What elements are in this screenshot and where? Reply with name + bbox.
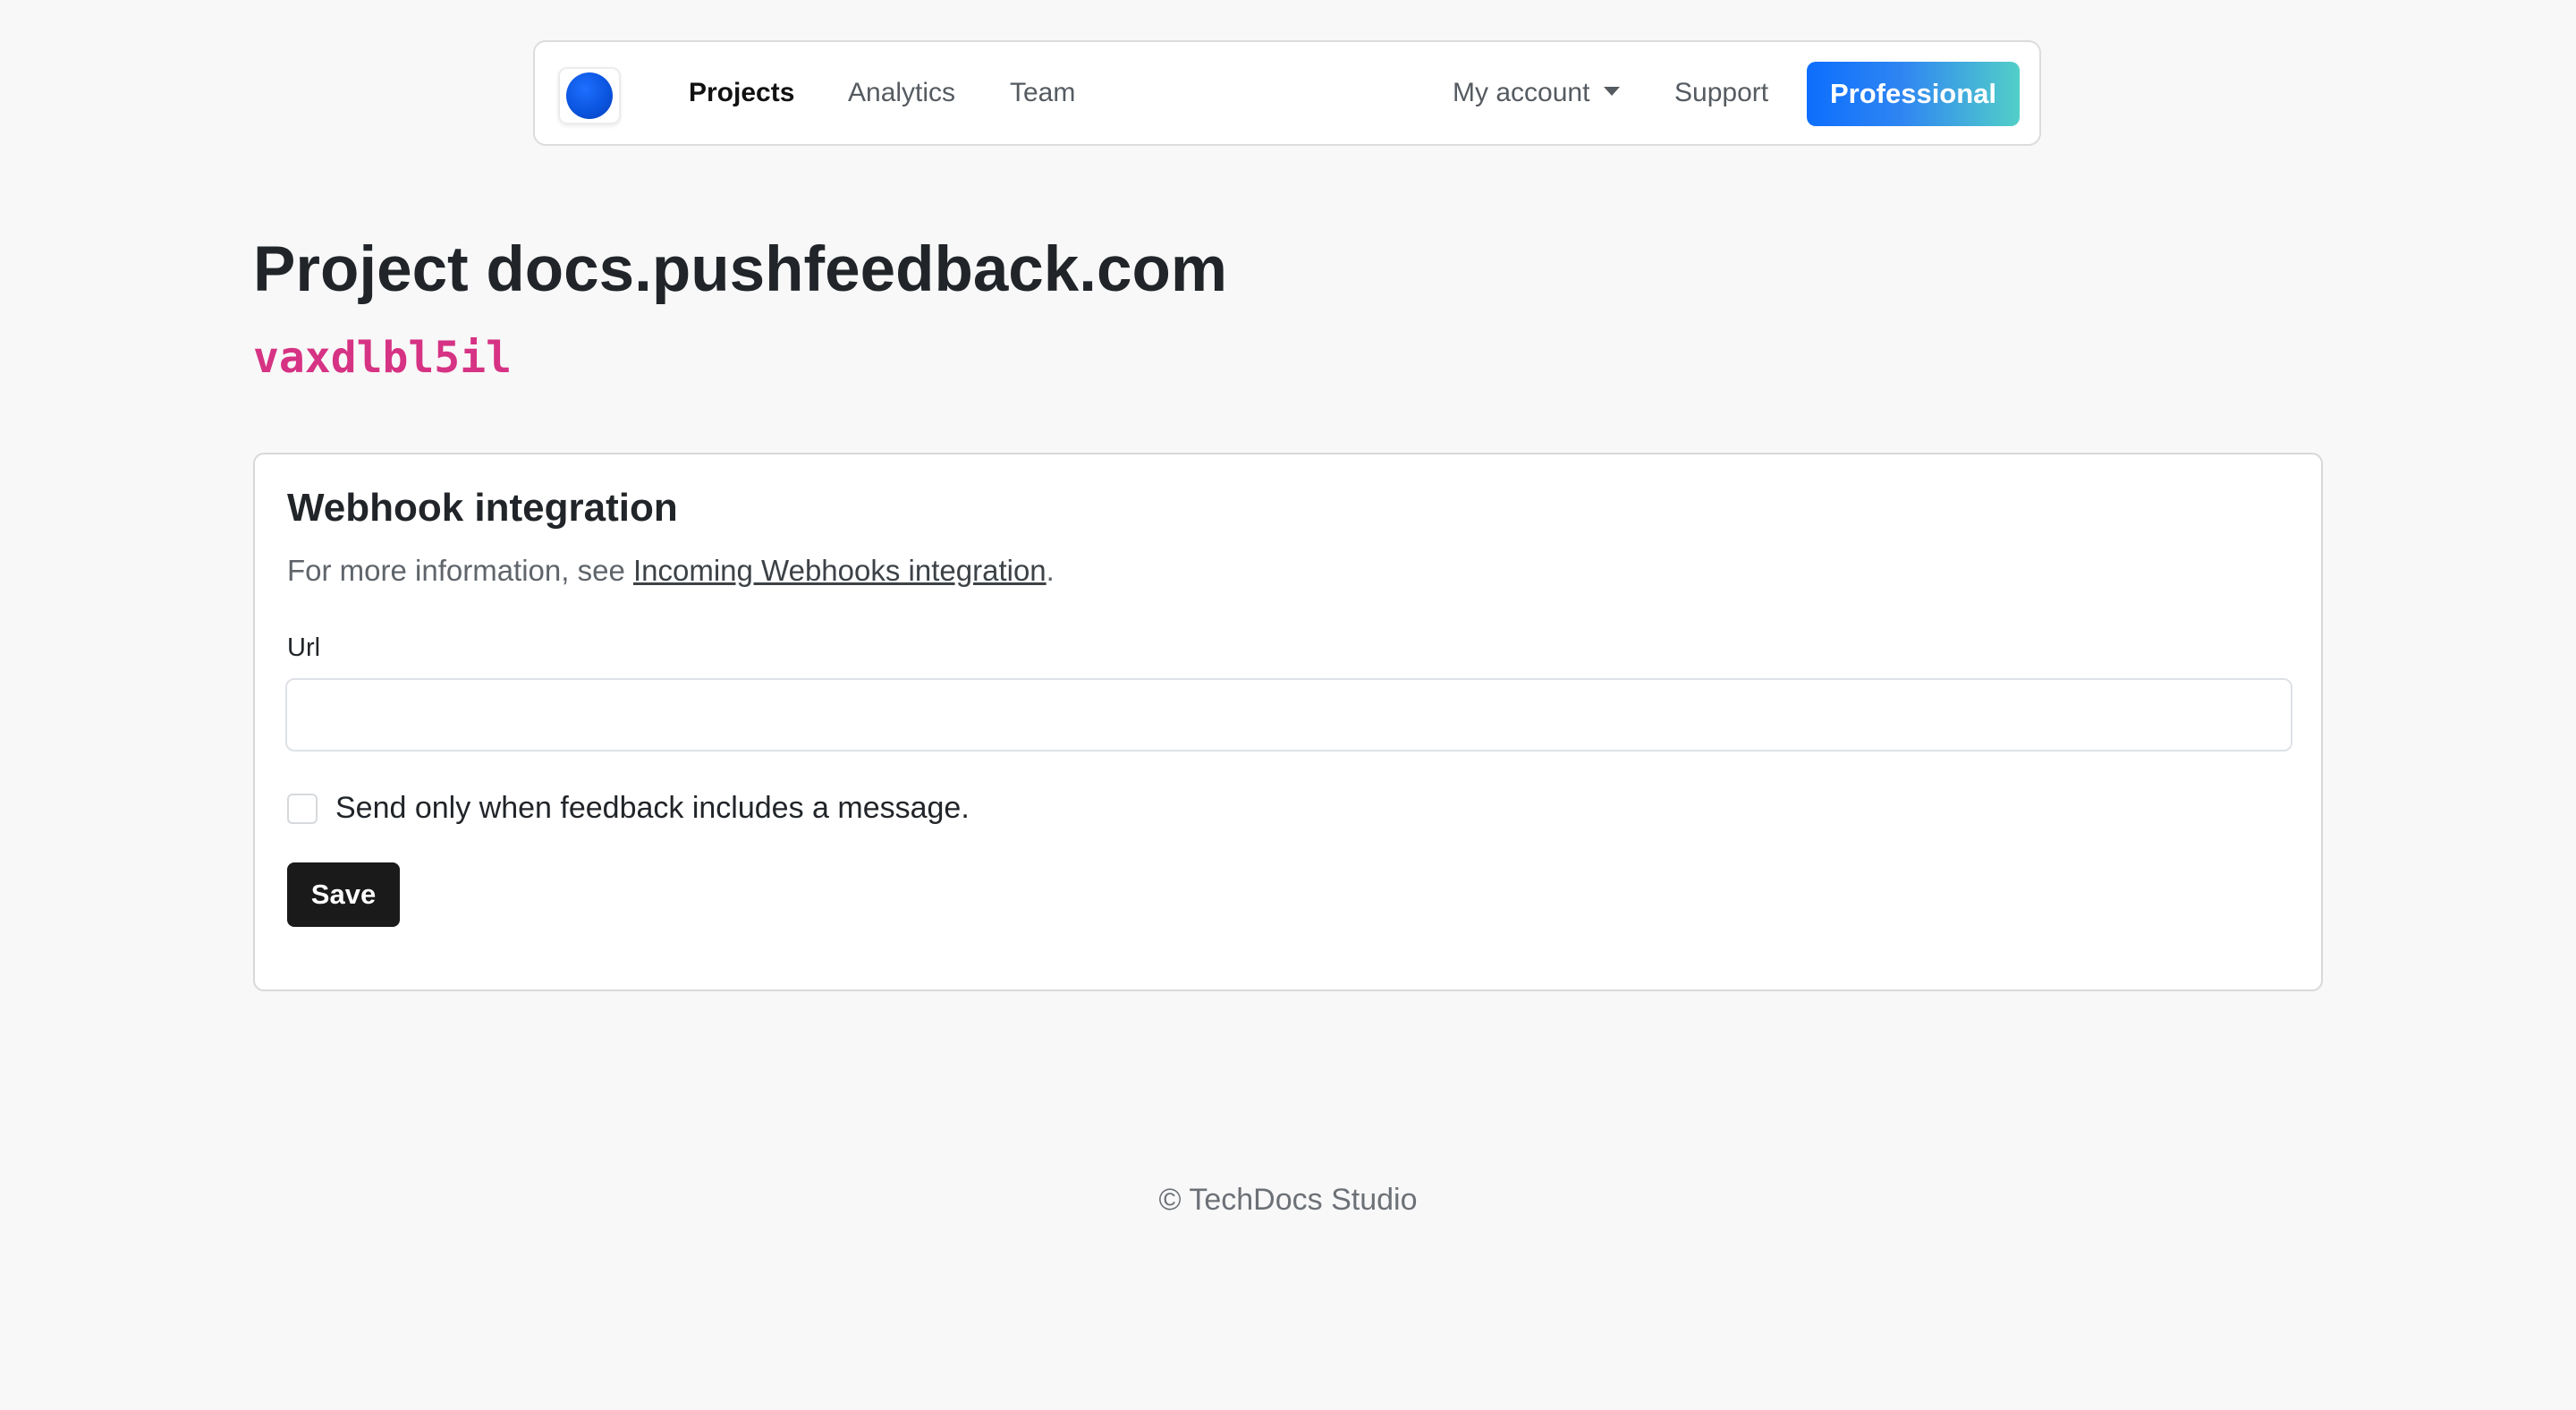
url-input[interactable] — [285, 678, 2292, 752]
message-only-checkbox[interactable] — [287, 793, 318, 824]
save-button[interactable]: Save — [287, 862, 400, 927]
app-logo[interactable] — [558, 67, 621, 124]
my-account-label: My account — [1453, 78, 1590, 107]
message-only-option: Send only when feedback includes a messa… — [287, 791, 970, 826]
project-id-code: vaxdlbl5il — [253, 333, 512, 383]
footer-copyright: © TechDocs Studio — [1158, 1183, 1418, 1217]
info-prefix: For more information, see — [287, 554, 633, 587]
nav-projects[interactable]: Projects — [689, 42, 794, 144]
my-account-dropdown[interactable]: My account — [1453, 42, 1621, 144]
top-navbar: Projects Analytics Team My account Suppo… — [533, 40, 2041, 146]
nav-analytics[interactable]: Analytics — [848, 42, 955, 144]
nav-team[interactable]: Team — [1010, 42, 1075, 144]
page-title: Project docs.pushfeedback.com — [253, 234, 1227, 305]
professional-plan-button[interactable]: Professional — [1807, 62, 2020, 126]
url-label: Url — [287, 633, 321, 662]
webhook-integration-card: Webhook integration For more information… — [253, 453, 2323, 991]
caret-down-icon — [1604, 87, 1621, 97]
card-title: Webhook integration — [287, 486, 678, 530]
info-suffix: . — [1046, 554, 1055, 587]
app-logo-circle-icon — [566, 72, 613, 119]
incoming-webhooks-link[interactable]: Incoming Webhooks integration — [633, 554, 1046, 587]
card-info-text: For more information, see Incoming Webho… — [287, 553, 1055, 589]
message-only-label[interactable]: Send only when feedback includes a messa… — [335, 791, 970, 826]
nav-support[interactable]: Support — [1674, 42, 1768, 144]
